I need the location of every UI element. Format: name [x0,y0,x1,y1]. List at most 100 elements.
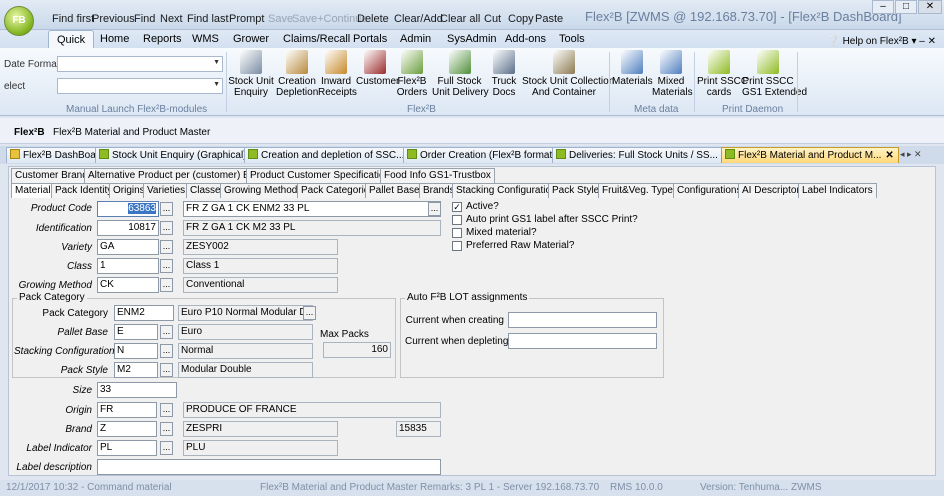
pallet-base-input[interactable]: E [114,324,158,340]
product-description-lookup-button[interactable]: ... [428,202,441,216]
pack-category-lookup-button[interactable]: ... [303,306,316,320]
doc-tab-deliveries-full-stock-units-ss[interactable]: Deliveries: Full Stock Units / SS...✕ [552,147,736,163]
stacking-configuration-input[interactable]: N [114,343,158,359]
help-link[interactable]: ❔ Help on Flex²B ▾ – ✕ [827,36,936,47]
label-indicator-input[interactable]: PL [97,440,157,456]
quick-prompt-button[interactable]: Prompt [229,13,264,25]
tab-sysadmin[interactable]: SysAdmin [439,30,505,48]
origin-input[interactable]: FR [97,402,157,418]
class-input[interactable]: 1 [97,258,159,274]
size-input[interactable]: 33 [97,382,177,398]
identification-lookup-button[interactable]: ... [160,221,173,235]
tab-tools[interactable]: Tools [551,30,593,48]
pack-category-input[interactable]: ENM2 [114,305,174,321]
stock-unit-collection-and-container-button[interactable]: Stock Unit Collection And Container [522,50,614,98]
content-tab-label-indicators[interactable]: Label Indicators [798,183,877,198]
product-code-label: Product Code [30,203,92,214]
content-tab-food-info-gs1-trustbox[interactable]: Food Info GS1-Trustbox [380,168,495,183]
close-icon[interactable]: ✕ [918,0,942,14]
quick-delete-button[interactable]: Delete [357,13,389,25]
print-sscc-gs1-extended-button[interactable]: Print SSCC GS1 Extended [742,50,807,98]
flex-b-icon [401,50,423,74]
date-format-select[interactable]: ▼ [57,56,223,72]
mixed-material-checkbox[interactable] [452,228,462,238]
class-lookup-button[interactable]: ... [160,259,173,273]
quick-clear-all-button[interactable]: Clear all [440,13,480,25]
tab-reports[interactable]: Reports [135,30,190,48]
full-stock-unit-delivery-button[interactable]: Full Stock Unit Delivery [432,50,489,98]
content-tab-configurations[interactable]: Configurations [673,183,746,198]
pallet-base-label: Pallet Base [57,327,108,338]
quick-cut-button[interactable]: Cut [484,13,501,25]
tab-grower[interactable]: Grower [225,30,277,48]
product-code-description[interactable]: FR Z GA 1 CK ENM2 33 PL [183,201,441,217]
tab-portals[interactable]: Portals [345,30,395,48]
ribbon-separator [609,52,610,112]
close-tab-icon[interactable]: ✕ [885,150,893,161]
maximize-icon[interactable]: □ [895,0,917,14]
growing-method-lookup-button[interactable]: ... [160,278,173,292]
variety-input[interactable]: GA [97,239,159,255]
doc-tab-creation-and-depletion-of-ssc[interactable]: Creation and depletion of SSC...✕ [244,147,422,163]
tab-admin[interactable]: Admin [392,30,439,48]
content-tab-stacking-configuration[interactable]: Stacking Configuration [452,183,561,198]
tab-scroll-icon[interactable]: ◂ ▸ ✕ [900,149,922,160]
minimize-icon[interactable]: – [872,0,894,14]
mixed-materials-button[interactable]: Mixed Materials [652,50,693,98]
doc-tab-label: Order Creation (Flex²B format) [420,150,556,161]
label-description-input[interactable] [97,459,441,475]
content-tab-fruit-veg-types[interactable]: Fruit&Veg. Types [598,183,682,198]
print-sscc-cards-button[interactable]: Print SSCC cards [697,50,748,98]
brand-lookup-button[interactable]: ... [160,422,173,436]
quick-find-button[interactable]: Find [134,13,155,25]
stacking-configuration-lookup-button[interactable]: ... [160,344,173,358]
pallet-base-lookup-button[interactable]: ... [160,325,173,339]
preferred-raw-material-checkbox[interactable] [452,241,462,251]
variety-lookup-button[interactable]: ... [160,240,173,254]
stock-unit-enquiry-button[interactable]: Stock Unit Enquiry [228,50,274,98]
quick-copy-button[interactable]: Copy [508,13,534,25]
doc-tab-flex-b-material-and-product-m[interactable]: Flex²B Material and Product M... ✕ [721,147,899,163]
inward-receipts-button[interactable]: Inward Receipts [318,50,357,98]
creation-depletion-button[interactable]: Creation Depletion [276,50,318,98]
quick-clear-add-button[interactable]: Clear/Add [394,13,443,25]
tab-add-ons[interactable]: Add-ons [497,30,554,48]
lot-creating-input[interactable] [508,312,657,328]
content-tab-product-customer-specifications[interactable]: Product Customer Specifications [246,168,400,183]
content-tab-pack-identity[interactable]: Pack Identity [51,183,117,198]
tab-home[interactable]: Home [92,30,137,48]
app-logo-button[interactable]: FB [4,6,34,36]
product-code-lookup-button[interactable]: ... [160,202,173,216]
label-indicator-lookup-button[interactable]: ... [160,441,173,455]
help-icon: ❔ [827,36,843,47]
auto-print-gs1-label-after-sscc-print-checkbox[interactable] [452,215,462,225]
auto-print-gs1-label-after-sscc-print-label: Auto print GS1 label after SSCC Print? [466,214,638,225]
product-code-input[interactable]: 63863 [97,201,159,217]
brand-input[interactable]: Z [97,421,157,437]
identification-input[interactable]: 10817 [97,220,159,236]
flex-b-orders-button[interactable]: Flex²B Orders [396,50,428,98]
doc-tab-order-creation-flex-b-format[interactable]: Order Creation (Flex²B format)✕ [403,147,573,163]
quick-paste-button[interactable]: Paste [535,13,563,25]
tab-wms[interactable]: WMS [184,30,227,48]
customer-button[interactable]: Customer [356,50,399,87]
pack-style-input[interactable]: M2 [114,362,158,378]
quick-find-first-button[interactable]: Find first [52,13,94,25]
content-tab-varieties[interactable]: Varieties [143,183,190,198]
truck-docs-button[interactable]: Truck Docs [489,50,519,98]
content-tab-growing-methods[interactable]: Growing Methods [220,183,307,198]
quick-next-button[interactable]: Next [160,13,183,25]
doc-tab-stock-unit-enquiry-graphical[interactable]: Stock Unit Enquiry (Graphical)✕ [95,147,264,163]
quick-previous-button[interactable]: Previous [92,13,135,25]
growing-method-input[interactable]: CK [97,277,159,293]
manual-launch-group-label: Manual Launch Flex²B-modules [66,104,208,115]
quick-find-last-button[interactable]: Find last [187,13,229,25]
tab-quick[interactable]: Quick [48,30,95,48]
pack-style-lookup-button[interactable]: ... [160,363,173,377]
module-select[interactable]: ▼ [57,78,223,94]
origin-lookup-button[interactable]: ... [160,403,173,417]
active-checkbox[interactable]: ✓ [452,202,462,212]
status-bar: 12/1/2017 10:32 - Command material Flex²B… [0,480,944,496]
lot-depleting-input[interactable] [508,333,657,349]
materials-button[interactable]: Materials [612,50,653,87]
